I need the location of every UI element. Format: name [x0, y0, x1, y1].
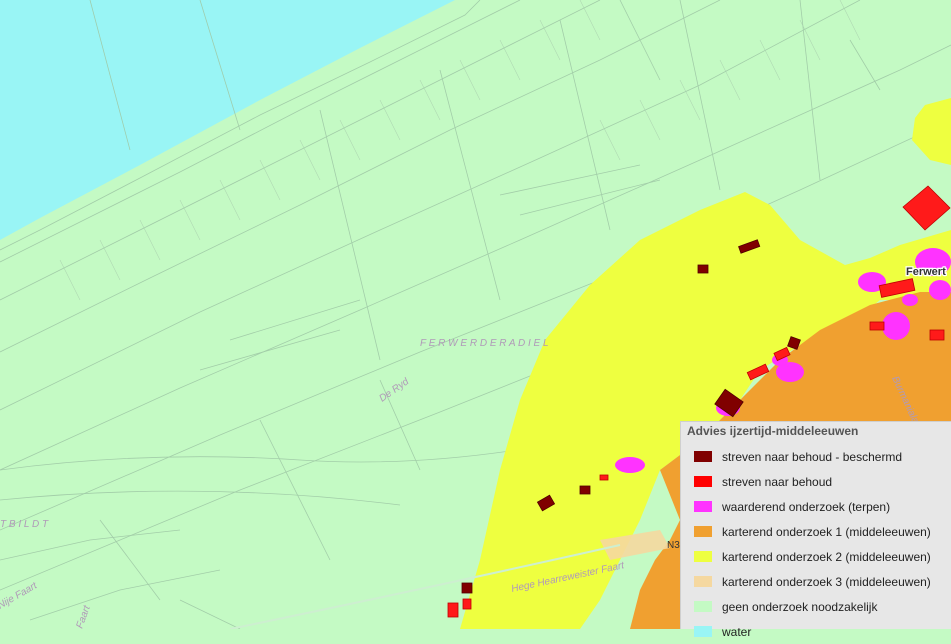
- legend-item: water: [687, 619, 951, 644]
- legend-swatch: [694, 601, 712, 612]
- region-label-bildt: T B I L D T: [0, 519, 49, 530]
- legend-item: karterend onderzoek 1 (middeleeuwen): [687, 519, 951, 544]
- legend-label: karterend onderzoek 1 (middeleeuwen): [722, 524, 931, 539]
- legend-label: karterend onderzoek 2 (middeleeuwen): [722, 549, 931, 564]
- legend-items: streven naar behoud - beschermd streven n…: [687, 444, 951, 644]
- legend-item: streven naar behoud: [687, 469, 951, 494]
- map-legend: Advies ijzertijd-middeleeuwen streven na…: [680, 421, 951, 639]
- legend-label: water: [722, 624, 752, 639]
- legend-item: geen onderzoek noodzakelijk: [687, 594, 951, 619]
- legend-item: streven naar behoud - beschermd: [687, 444, 951, 469]
- legend-item: waarderend onderzoek (terpen): [687, 494, 951, 519]
- legend-label: waarderend onderzoek (terpen): [722, 499, 891, 514]
- legend-swatch: [694, 626, 712, 637]
- road-label-n3: N3: [667, 540, 680, 551]
- legend-title: Advies ijzertijd-middeleeuwen: [687, 424, 859, 438]
- legend-swatch: [694, 551, 712, 562]
- legend-swatch: [694, 476, 712, 487]
- legend-swatch: [694, 526, 712, 537]
- legend-item: karterend onderzoek 2 (middeleeuwen): [687, 544, 951, 569]
- legend-item: karterend onderzoek 3 (middeleeuwen): [687, 569, 951, 594]
- legend-label: streven naar behoud - beschermd: [722, 449, 903, 464]
- legend-swatch: [694, 576, 712, 587]
- town-label-ferwert: Ferwert: [906, 266, 946, 278]
- legend-label: streven naar behoud: [722, 474, 833, 489]
- legend-label: karterend onderzoek 3 (middeleeuwen): [722, 574, 931, 589]
- legend-label: geen onderzoek noodzakelijk: [722, 599, 878, 614]
- legend-swatch: [694, 501, 712, 512]
- region-label: F E R W E R D E R A D I E L: [420, 338, 549, 349]
- legend-swatch: [694, 451, 712, 462]
